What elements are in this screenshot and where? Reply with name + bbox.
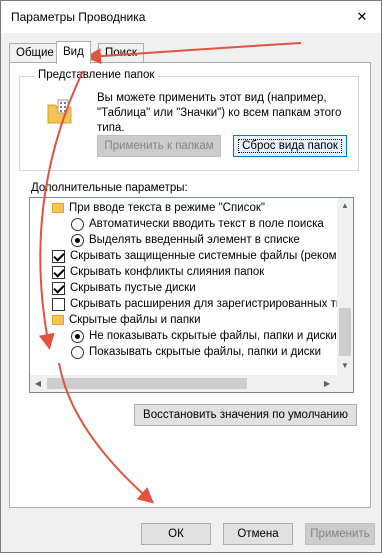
tree-radio-option[interactable]: Автоматически вводить текст в поле поиск…	[71, 216, 324, 232]
checkbox-icon[interactable]	[52, 281, 65, 295]
button-label: Применить к папкам	[104, 140, 214, 152]
tab-search[interactable]: Поиск	[98, 43, 144, 63]
tree-radio-option[interactable]: Выделять введенный элемент в списке	[71, 232, 300, 248]
tree-checkbox-option[interactable]: Скрывать пустые диски	[52, 280, 196, 296]
tree-item-label: Выделять введенный элемент в списке	[89, 234, 300, 246]
tree-item-label: При вводе текста в режиме "Список"	[69, 202, 265, 214]
tree-item-label: Скрывать конфликты слияния папок	[70, 266, 265, 278]
vertical-scroll-thumb[interactable]	[339, 308, 351, 356]
radio-icon[interactable]	[71, 345, 84, 359]
tab-label: Общие	[16, 47, 54, 59]
button-label: Сброс вида папок	[238, 139, 342, 153]
tree-radio-option[interactable]: Не показывать скрытые файлы, папки и дис…	[71, 328, 337, 344]
reset-folders-button[interactable]: Сброс вида папок	[233, 135, 347, 157]
folder-icon	[52, 203, 64, 213]
window-title: Параметры Проводника	[11, 10, 146, 24]
tree-item-label: Не показывать скрытые файлы, папки и дис…	[89, 330, 337, 342]
tree-item-label: Автоматически вводить текст в поле поиск…	[89, 218, 324, 230]
tree-item-label: Скрывать расширения для зарегистрированн…	[70, 298, 354, 310]
close-button[interactable]: ✕	[347, 5, 377, 29]
tab-label: Вид	[63, 46, 84, 58]
scroll-down-icon[interactable]: ▼	[337, 361, 353, 370]
button-label: ОК	[168, 528, 184, 540]
folder-views-description: Вы можете применить этот вид (например, …	[97, 92, 342, 134]
radio-icon[interactable]	[71, 217, 84, 231]
title-bar: Параметры Проводника ✕	[1, 1, 381, 33]
scroll-up-icon[interactable]: ▲	[337, 201, 353, 210]
scroll-right-icon[interactable]: ▶	[319, 379, 335, 388]
radio-icon[interactable]	[71, 233, 84, 247]
tree-group: При вводе текста в режиме "Список"	[52, 200, 265, 216]
close-icon: ✕	[356, 9, 368, 24]
checkbox-icon[interactable]	[52, 249, 65, 263]
cancel-button[interactable]: Отмена	[223, 523, 293, 545]
tree-item-label: Показывать скрытые файлы, папки и диски	[89, 346, 321, 358]
tree-radio-option[interactable]: Показывать скрытые файлы, папки и диски	[71, 344, 321, 360]
vertical-scrollbar[interactable]: ▲ ▼	[337, 198, 353, 375]
advanced-settings-label: Дополнительные параметры:	[31, 182, 188, 194]
checkbox-icon[interactable]	[52, 297, 65, 311]
tab-general[interactable]: Общие	[9, 43, 61, 63]
horizontal-scrollbar[interactable]: ◀ ▶	[30, 375, 353, 392]
checkbox-icon[interactable]	[52, 265, 65, 279]
button-label: Восстановить значения по умолчанию	[143, 409, 348, 421]
tree-checkbox-option[interactable]: Скрывать защищенные системные файлы (рек…	[52, 248, 349, 264]
horizontal-scroll-thumb[interactable]	[47, 378, 247, 389]
tree-checkbox-option[interactable]: Скрывать расширения для зарегистрированн…	[52, 296, 354, 312]
scroll-left-icon[interactable]: ◀	[30, 379, 46, 388]
button-label: Применить	[310, 528, 370, 540]
folder-view-icon	[45, 97, 75, 127]
folder-icon	[52, 315, 64, 325]
tree-checkbox-option[interactable]: Скрывать конфликты слияния папок	[52, 264, 264, 280]
ok-button[interactable]: ОК	[141, 523, 211, 545]
folder-options-dialog: Параметры Проводника ✕ Общие Вид Поиск П…	[0, 0, 382, 553]
tree-group: Скрытые файлы и папки	[52, 312, 201, 328]
tree-item-label: Скрывать пустые диски	[70, 282, 196, 294]
tab-label: Поиск	[105, 47, 137, 59]
radio-icon[interactable]	[71, 329, 84, 343]
advanced-settings-tree[interactable]: При вводе текста в режиме "Список" Автома…	[29, 197, 354, 393]
tree-item-label: Скрывать защищенные системные файлы (рек…	[70, 250, 350, 262]
tree-item-label: Скрытые файлы и папки	[69, 314, 201, 326]
restore-defaults-button[interactable]: Восстановить значения по умолчанию	[134, 404, 357, 426]
button-label: Отмена	[237, 528, 279, 540]
tab-view[interactable]: Вид	[56, 41, 91, 64]
apply-to-folders-button[interactable]: Применить к папкам	[97, 135, 221, 157]
folder-views-legend: Представление папок	[35, 69, 158, 81]
apply-button[interactable]: Применить	[305, 523, 375, 545]
